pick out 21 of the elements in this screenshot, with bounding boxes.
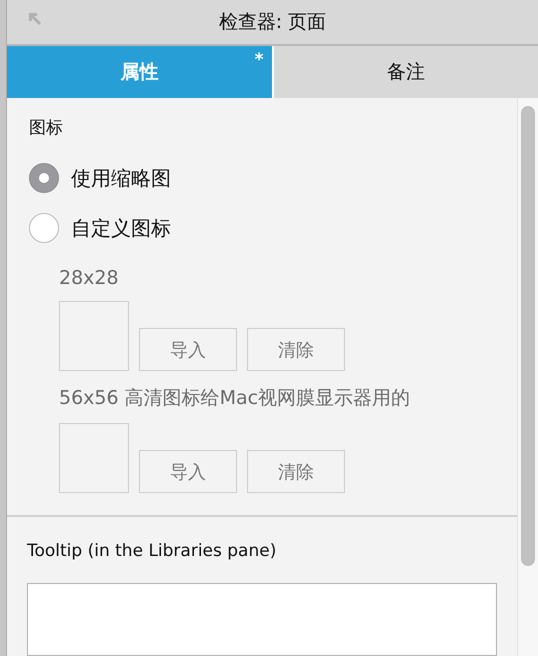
scrollbar[interactable]	[517, 98, 538, 656]
modified-mark: *	[254, 50, 264, 70]
icon-well	[59, 423, 129, 493]
tab[interactable]: 属性 *	[7, 46, 272, 98]
import-button[interactable]: 导入	[139, 328, 237, 371]
icon-size-label: 56x56 高清图标给Mac视网膜显示器用的	[59, 386, 412, 411]
clear-button[interactable]: 清除	[247, 328, 345, 371]
import-button[interactable]: 导入	[139, 450, 237, 493]
window-title: 检查器: 页面	[218, 10, 326, 35]
radio-label: 使用缩略图	[71, 164, 171, 192]
tab[interactable]: 备注	[274, 46, 538, 98]
radio-label: 自定义图标	[71, 214, 171, 242]
icon-well	[59, 301, 129, 371]
section-heading: 图标	[29, 117, 64, 139]
tooltip-field[interactable]	[27, 583, 497, 656]
tooltip-label: Tooltip (in the Libraries pane)	[27, 541, 278, 561]
radio-button[interactable]	[29, 213, 59, 243]
arrow-icon[interactable]	[27, 11, 43, 27]
icon-size-label: 28x28	[59, 267, 120, 289]
clear-button[interactable]: 清除	[247, 450, 345, 493]
radio-button[interactable]	[29, 163, 59, 193]
